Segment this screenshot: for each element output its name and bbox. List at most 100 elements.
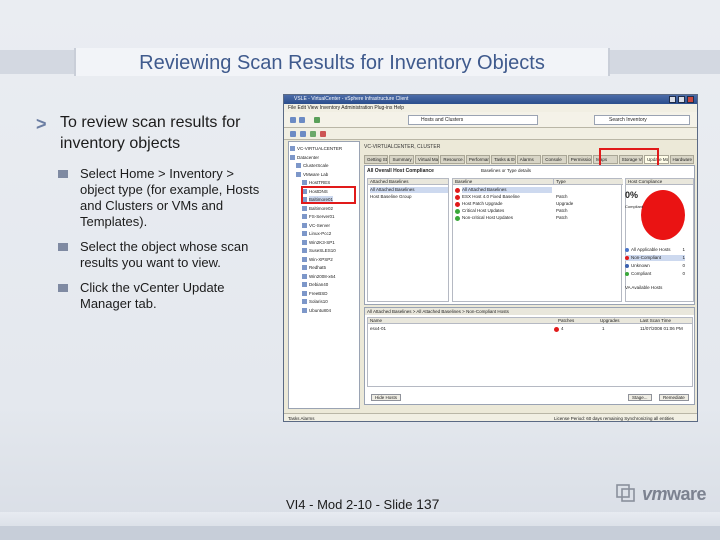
legend-dot-icon [625,247,629,252]
tab[interactable]: Alarms [516,155,542,164]
tree-item[interactable]: VMware Lab [295,171,328,178]
attached-baselines-list[interactable]: Attached Baselines All Attached Baseline… [367,178,449,302]
address-bar[interactable]: Hosts and Clusters [408,115,538,125]
footer-text: VI4 - Mod 2-10 - Slide [286,497,413,512]
baseline-type: Upgrade [556,201,574,206]
tab[interactable]: Resource Allocation [440,155,465,164]
slide-number: 137 [416,496,440,512]
toolbar: Hosts and Clusters Search Inventory [284,112,697,128]
toolbar-icon[interactable] [290,131,296,137]
tree-item[interactable]: Ubuntu804 [301,307,331,314]
minimize-icon[interactable] [669,96,676,103]
baseline-status-icon [455,215,460,221]
tab[interactable]: Tasks & Events [491,155,516,164]
detail-col-upgrades: Upgrades [600,318,620,323]
tree-item[interactable]: Baltimore02 [301,205,333,212]
window-title: VSLE - VirtualCenter - vSphere Infrastru… [294,96,409,102]
baseline-search-label[interactable]: Baselines or Type details [481,168,531,174]
window-titlebar: VSLE - VirtualCenter - vSphere Infrastru… [284,95,697,104]
host-row-name[interactable]: esx4-01 [370,326,386,332]
tab[interactable]: Getting Started [364,155,389,164]
col-type: Type [553,179,623,185]
hide-hosts-button[interactable]: Hide Hosts [371,394,402,401]
legend-item[interactable]: All Applicable Hosts 1 [625,247,685,253]
host-list[interactable]: Name Patches Upgrades Last Scan Time esx… [367,317,693,387]
baseline-list[interactable]: Baseline Type All Attached Baselines ESX … [452,178,623,302]
baseline-type: Patch [556,215,568,220]
tree-item[interactable]: Solaris10 [302,298,328,305]
bullet-arrow-icon: > [36,114,47,134]
tree-item[interactable]: FreeBSD [302,290,328,297]
baseline-row[interactable]: All Attached Baselines [462,187,552,193]
tree-item[interactable]: Redhat5 [301,264,326,271]
legend-value: 0 [682,263,685,268]
vsphere-client-screenshot: VSLE - VirtualCenter - vSphere Infrastru… [283,94,698,422]
status-right: License Period: 60 days remaining Synchr… [554,416,674,421]
baseline-status-icon [455,194,460,200]
host-row-patches: 4 [561,326,564,331]
home-icon[interactable] [314,117,320,123]
legend-item[interactable]: Non-Compliant 1 [625,255,685,261]
toolbar-icon[interactable] [300,131,306,137]
status-left[interactable]: Tasks Alarms [288,414,315,421]
tree-item[interactable]: Win-XPSP2 [302,256,333,263]
host-row-time: 11/07/2008 01:06 PM [640,326,683,331]
sub-bullet-3: Click the vCenter Update Manager tab. [80,280,225,311]
tree-item[interactable]: HostTRES [301,179,330,186]
remediate-button[interactable]: Remediate [659,394,689,401]
detail-col-time: Last Scan Time [640,318,672,323]
tree-item[interactable]: Debian40 [301,281,328,288]
main-bullet: To review scan results for inventory obj… [60,114,241,152]
tree-item[interactable]: VC-Server [301,222,330,229]
tree-item[interactable]: Linux-Pcc2 [301,230,331,237]
compliance-panel: All Overall Host Compliance Baselines or… [364,165,695,305]
maximize-icon[interactable] [678,96,685,103]
slide-footer: VI4 - Mod 2-10 - Slide 137 [286,496,439,512]
tree-item[interactable]: Win2008-x64 [302,273,336,280]
power-on-icon[interactable] [310,131,316,137]
tree-item[interactable]: Datacenter [289,154,319,161]
col-attached: Attached Baselines [368,179,448,185]
square-bullet-icon [58,243,68,251]
tree-item[interactable]: FS-Server01 [302,213,335,220]
legend-value: 0 [682,271,685,276]
legend-item[interactable]: Compliant 0 [625,271,685,277]
legend-dot-icon [625,263,629,268]
baseline-row[interactable]: Host Patch Upgrade [462,201,503,207]
compliance-header: All Overall Host Compliance [367,168,434,174]
baseline-type: Patch [556,194,568,199]
back-icon[interactable] [290,117,296,123]
tree-selection-highlight [301,186,356,204]
baseline-status-icon [455,187,460,193]
inventory-tree[interactable]: VC-VIRTUALCENTER Datacenter ClusterScale VM… [288,141,360,409]
noncompliant-icon [554,327,559,332]
tab[interactable]: Hardware Status [669,155,694,164]
compliance-percent: 0% [625,190,639,200]
col-chart: Host Compliance [626,179,693,185]
stage-button[interactable]: Stage... [628,394,652,401]
tab[interactable]: Console [542,155,567,164]
attached-row-2[interactable]: Host Baseline Group [370,194,412,200]
power-off-icon[interactable] [320,131,326,137]
sub-bullet-1: Select Home > Inventory > object type (f… [80,166,260,229]
menubar[interactable]: File Edit View Inventory Administration … [284,104,697,112]
search-inventory-input[interactable]: Search Inventory [594,115,690,125]
tree-item[interactable]: VC-VIRTUALCENTER [289,145,342,152]
tree-item[interactable]: Win2K3-SP1 [302,239,335,246]
compliance-caption: Compliant [625,204,644,209]
legend-item[interactable]: Unknown 0 [625,263,685,269]
close-icon[interactable] [687,96,694,103]
attached-row-1[interactable]: All Attached Baselines [370,187,448,193]
tree-item[interactable]: SuseSLES10 [302,247,336,254]
baseline-row[interactable]: Non-critical Host Updates [462,215,513,221]
baseline-row[interactable]: ESX Host 4.0 Fixed Baseline [462,194,520,200]
tab[interactable]: Permissions [567,155,593,164]
forward-icon[interactable] [299,117,305,123]
compliance-pie-chart [641,190,685,240]
tree-item[interactable]: ClusterScale [296,162,329,169]
tab[interactable]: Summary [389,155,414,164]
tab[interactable]: Virtual Machines [414,155,440,164]
baseline-row[interactable]: Critical Host Updates [462,208,504,214]
tab[interactable]: Performance [465,155,491,164]
legend-dot-icon [625,255,629,260]
